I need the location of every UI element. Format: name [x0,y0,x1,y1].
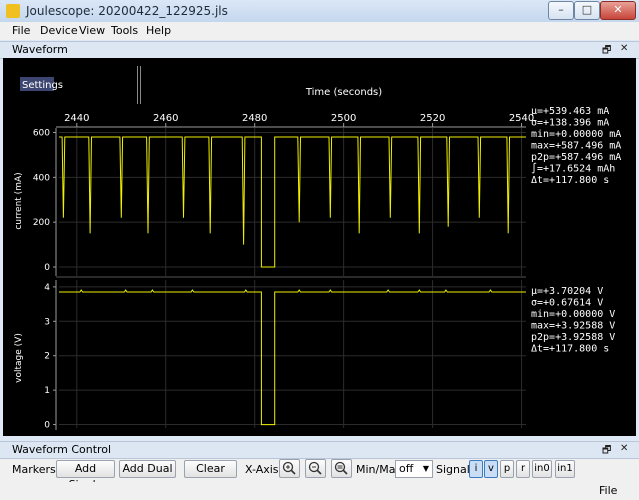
current-grid [59,128,526,276]
markers-label: Markers: [12,463,60,476]
x-tick-label: 2500 [331,113,356,124]
stat-line: max=+3.92588 V [531,321,615,332]
signal-i-toggle[interactable]: i [469,460,483,478]
maximize-button[interactable]: □ [574,1,600,20]
voltage-y-ticks: 4 3 2 1 0 [44,283,56,431]
stat-line: p2p=+587.496 mA [531,152,621,163]
voltage-trace [59,289,526,426]
x-tick-label: 2460 [153,113,178,124]
statusbar: File [0,482,639,500]
window-titlebar: Joulescope: 20200422_122925.jls – □ ✕ [0,0,639,22]
x-tick-label: 2480 [242,113,267,124]
close-button[interactable]: ✕ [600,1,636,20]
y-tick-label: 4 [44,283,50,293]
menu-tools[interactable]: Tools [111,24,138,37]
app-icon [6,4,20,18]
waveform-plot-area[interactable]: Settings Time (seconds) 2440 2460 2480 2500… [3,58,636,436]
waveform-control-header: Waveform Control 🗗 ✕ [0,441,639,459]
x-tick-label: 2440 [64,113,89,124]
current-y-label: current (mA) [14,172,24,229]
statusbar-file: File [599,484,618,497]
y-tick-label: 1 [44,386,50,396]
zoom-out-icon[interactable] [305,459,326,478]
close-icon[interactable]: ✕ [620,43,628,54]
waveform-dock-header: Waveform 🗗 ✕ [0,41,639,59]
add-single-marker-button[interactable]: Add Single [56,460,115,491]
y-tick-label: 3 [44,317,50,327]
stat-line: ∫=+17.6524 mAh [531,163,615,175]
scrollbar-mark-left[interactable] [137,66,138,104]
menubar: File Device View Tools Help [0,22,639,40]
menu-file[interactable]: File [12,24,30,37]
float-icon[interactable]: 🗗 [602,443,611,460]
stat-line: min=+0.00000 mA [531,129,621,140]
menu-device[interactable]: Device [40,24,78,37]
stat-line: Δt=+117.800 s [531,344,609,355]
scrollbar-mark-right[interactable] [140,66,141,104]
menu-view[interactable]: View [79,24,105,37]
x-axis-ticks: 2440 2460 2480 2500 2520 2540 [64,113,534,127]
voltage-statistics: µ=+3.70204 Vσ=+0.67614 Vmin=+0.00000 Vma… [531,286,615,355]
signal-v-toggle[interactable]: v [484,460,498,478]
clear-markers-button[interactable]: Clear [184,460,237,478]
stat-line: max=+587.496 mA [531,141,621,152]
signal-r-toggle[interactable]: r [516,460,530,478]
settings-label[interactable]: Settings [22,80,63,91]
signal-in0-toggle[interactable]: in0 [532,460,552,478]
stat-line: µ=+539.463 mA [531,106,609,117]
voltage-grid [59,280,526,428]
y-tick-label: 2 [44,352,50,362]
current-y-ticks: 600 400 200 0 [33,128,56,273]
chevron-down-icon: ▼ [422,464,429,473]
stat-line: p2p=+3.92588 V [531,332,615,343]
add-dual-marker-button[interactable]: Add Dual [119,460,176,478]
voltage-y-label: voltage (V) [14,333,24,383]
x-axis-title: Time (seconds) [305,87,382,98]
y-tick-label: 400 [33,173,50,183]
x-axis-label: X-Axis: [245,463,283,476]
y-tick-label: 600 [33,128,50,138]
waveform-panel-title: Waveform [12,43,68,56]
waveform-control-title: Waveform Control [12,443,112,456]
y-tick-label: 0 [44,421,50,431]
stat-line: min=+0.00000 V [531,309,615,320]
stat-line: σ=+138.396 mA [531,118,609,129]
window-title: Joulescope: 20200422_122925.jls [26,4,228,18]
minmax-value: off [399,462,414,475]
zoom-all-icon[interactable] [331,459,352,478]
zoom-in-icon[interactable] [279,459,300,478]
stat-line: Δt=+117.800 s [531,175,609,186]
y-tick-label: 200 [33,218,50,228]
stat-line: σ=+0.67614 V [531,298,603,309]
menu-help[interactable]: Help [146,24,171,37]
waveform-svg[interactable]: Settings Time (seconds) 2440 2460 2480 2500… [3,58,636,436]
signal-in1-toggle[interactable]: in1 [555,460,575,478]
y-tick-label: 0 [44,263,50,273]
minmax-select[interactable]: off ▼ [395,460,433,478]
current-trace [59,136,526,268]
minimize-button[interactable]: – [548,1,574,20]
current-statistics: µ=+539.463 mAσ=+138.396 mAmin=+0.00000 m… [531,106,621,186]
close-icon[interactable]: ✕ [620,443,628,454]
stat-line: µ=+3.70204 V [531,286,603,297]
x-tick-label: 2520 [420,113,445,124]
signal-p-toggle[interactable]: p [500,460,514,478]
